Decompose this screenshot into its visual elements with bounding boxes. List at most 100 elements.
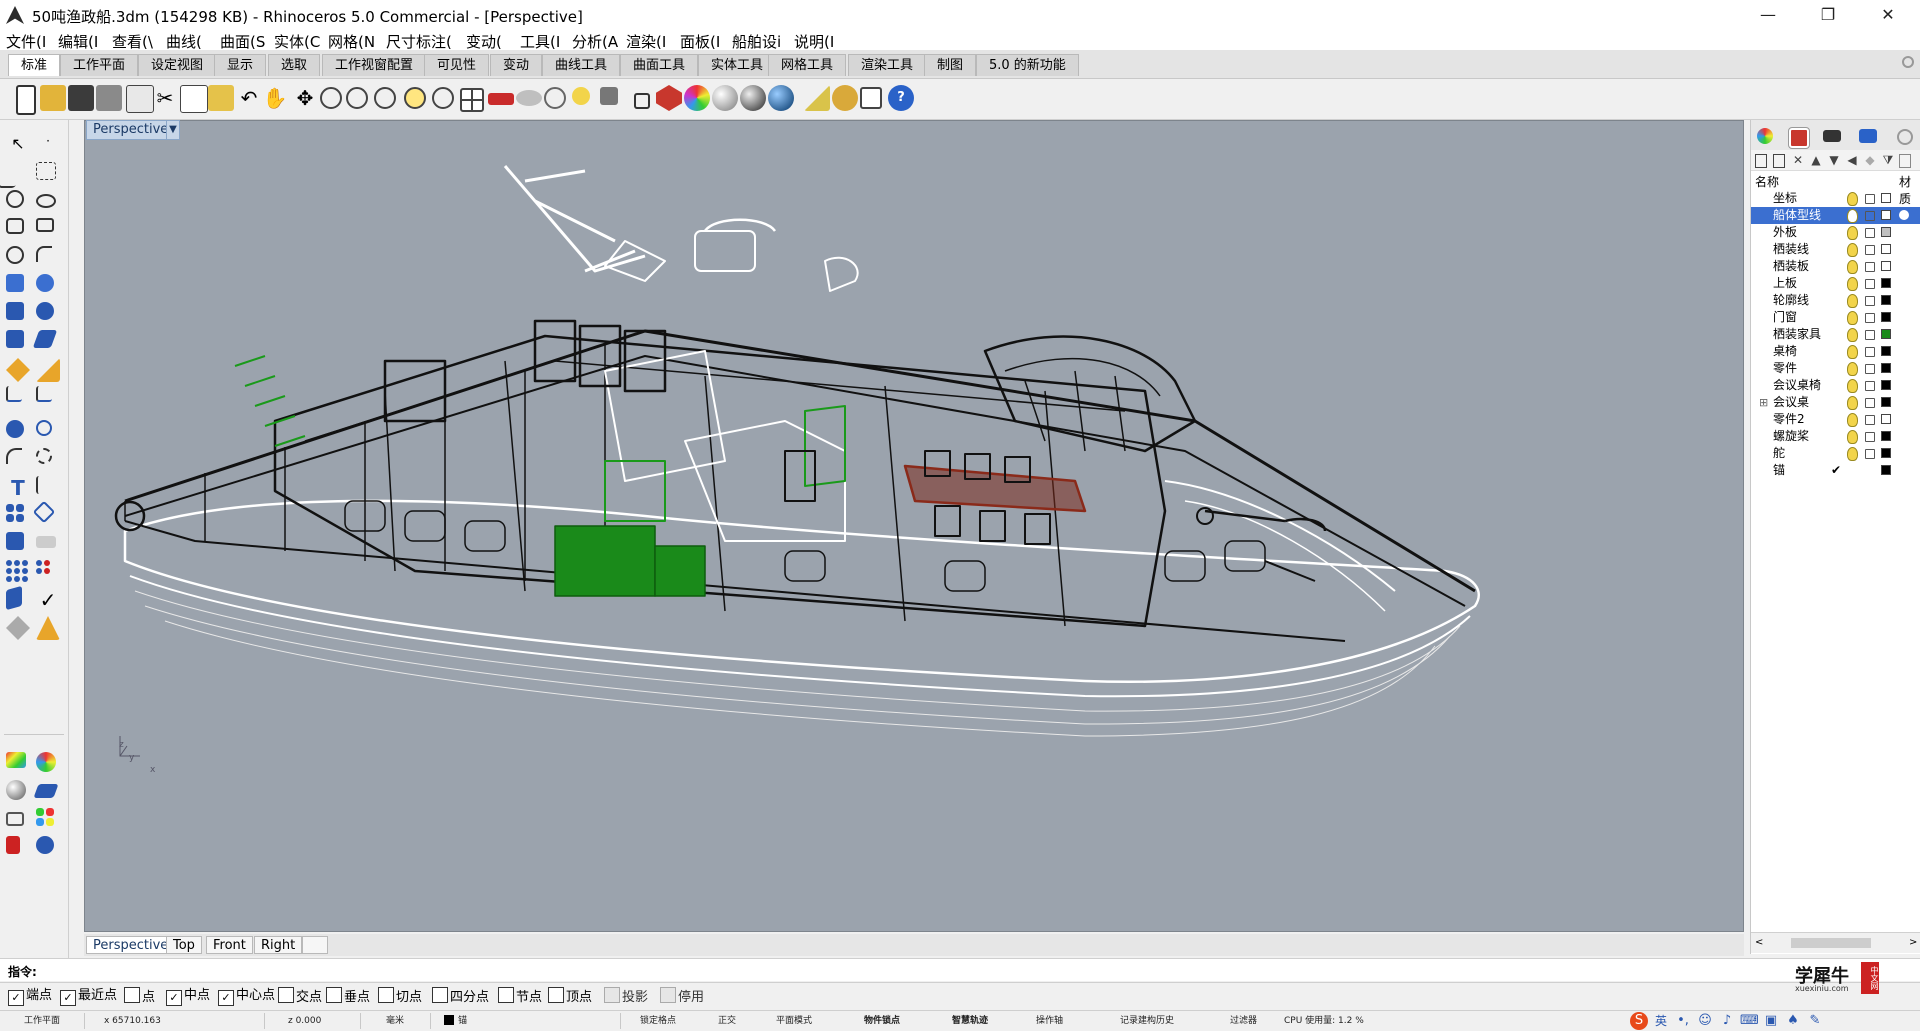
layer-color-swatch[interactable] <box>1881 261 1891 271</box>
draft-angle-icon[interactable] <box>33 784 59 798</box>
osnap-checkbox[interactable] <box>378 987 394 1003</box>
osnap-checkbox[interactable] <box>660 987 676 1003</box>
options-icon[interactable] <box>804 85 830 111</box>
save-icon[interactable] <box>68 85 94 111</box>
scroll-left-icon[interactable]: < <box>1755 937 1763 948</box>
layer-name[interactable]: 轮廓线 <box>1773 292 1809 309</box>
punctuation-icon[interactable]: •, <box>1674 1012 1692 1030</box>
copy-icon[interactable] <box>180 85 208 113</box>
zebra-analysis-icon[interactable] <box>6 752 26 768</box>
check-icon[interactable]: ✓ <box>36 588 60 612</box>
camera-icon[interactable] <box>544 87 566 109</box>
layer-name[interactable]: 桌椅 <box>1773 343 1797 360</box>
point-icon[interactable]: · <box>36 134 60 158</box>
layer-visibility-bulb-icon[interactable] <box>1847 430 1858 444</box>
delete-layer-icon[interactable]: ✕ <box>1791 153 1805 167</box>
viewport-menu-arrow-icon[interactable]: ▼ <box>166 120 180 140</box>
expand-layer-icon[interactable]: ⊞ <box>1759 394 1768 411</box>
status-ortho-toggle[interactable]: 正交 <box>718 1014 736 1028</box>
control-points-icon[interactable] <box>6 560 12 566</box>
import-icon[interactable] <box>126 85 154 113</box>
layer-lock-icon[interactable] <box>1865 432 1875 442</box>
tab-viewport-layout[interactable]: 工作视窗配置 <box>322 54 427 76</box>
cut-icon[interactable]: ✂ <box>152 85 178 111</box>
ime-language-indicator[interactable]: 英 <box>1652 1012 1670 1030</box>
select-arrow-icon[interactable]: ↖ <box>6 134 30 158</box>
osnap-option[interactable]: 四分点 <box>432 987 489 1005</box>
tab-cplanes[interactable]: 工作平面 <box>60 54 139 76</box>
gear-icon[interactable] <box>832 85 858 111</box>
layer-visibility-bulb-icon[interactable] <box>1847 379 1858 393</box>
viewport-tab-top[interactable]: Top <box>166 936 202 954</box>
rectangle-icon[interactable] <box>36 218 54 232</box>
layer-name[interactable]: 会议桌椅 <box>1773 377 1821 394</box>
osnap-checkbox[interactable] <box>498 987 514 1003</box>
render-color-icon[interactable] <box>684 85 710 111</box>
layer-color-swatch[interactable] <box>1881 278 1891 288</box>
array-polar-icon[interactable] <box>36 448 52 464</box>
shade-icon[interactable] <box>656 85 682 111</box>
tab-display[interactable]: 显示 <box>214 54 267 76</box>
deviation-icon[interactable] <box>36 836 54 854</box>
layer-lock-icon[interactable] <box>1865 296 1875 306</box>
menu-edit[interactable]: 编辑(I <box>58 31 98 52</box>
layer-color-swatch[interactable] <box>1881 414 1891 424</box>
layer-row[interactable]: 零件2 <box>1751 411 1920 428</box>
layer-lock-icon[interactable] <box>1865 262 1875 272</box>
status-planar-toggle[interactable]: 平面模式 <box>776 1014 812 1028</box>
layer-color-swatch[interactable] <box>1881 227 1891 237</box>
menu-curve[interactable]: 曲线( <box>166 31 202 52</box>
layer-list-horizontal-scrollbar[interactable]: < > <box>1751 932 1920 953</box>
layer-color-swatch[interactable] <box>1881 465 1891 475</box>
osnap-checkbox[interactable] <box>548 987 564 1003</box>
layer-color-swatch[interactable] <box>1881 193 1891 203</box>
layer-visibility-bulb-icon[interactable] <box>1847 362 1858 376</box>
layer-color-swatch[interactable] <box>1881 448 1891 458</box>
tab-select[interactable]: 选取 <box>268 54 321 76</box>
layer-lock-icon[interactable] <box>1865 245 1875 255</box>
osnap-option[interactable]: 节点 <box>498 987 542 1005</box>
zoom-icon[interactable] <box>320 87 342 109</box>
status-units[interactable]: 毫米 <box>386 1014 404 1028</box>
menu-panels[interactable]: 面板(I <box>680 31 720 52</box>
layer-lock-icon[interactable] <box>1865 364 1875 374</box>
menu-analyze[interactable]: 分析(A <box>572 31 618 52</box>
curve-icon[interactable] <box>36 162 56 180</box>
surface-revolve-icon[interactable] <box>36 274 54 292</box>
environment-map-icon[interactable] <box>6 780 26 800</box>
layer-row[interactable]: 门窗 <box>1751 309 1920 326</box>
tab-mesh-tools[interactable]: 网格工具 <box>768 54 847 76</box>
layer-visibility-bulb-icon[interactable] <box>1847 243 1858 257</box>
layer-visibility-bulb-icon[interactable] <box>1847 209 1858 223</box>
circle-tangent-icon[interactable] <box>6 246 24 264</box>
layer-lock-icon[interactable] <box>1865 398 1875 408</box>
print-icon[interactable] <box>96 85 122 111</box>
status-cplane[interactable]: 工作平面 <box>24 1014 60 1028</box>
boolean-split-icon[interactable] <box>36 358 60 382</box>
osnap-checkbox[interactable] <box>326 987 342 1003</box>
layer-color-swatch[interactable] <box>1881 397 1891 407</box>
osnap-option[interactable]: ✓ 端点 <box>8 987 52 1006</box>
tab-standard[interactable]: 标准 <box>8 54 61 76</box>
osnap-checkbox[interactable]: ✓ <box>60 990 76 1006</box>
viewport-tab-front[interactable]: Front <box>206 936 253 954</box>
layer-name[interactable]: 上板 <box>1773 275 1797 292</box>
layer-lock-icon[interactable] <box>1865 415 1875 425</box>
layer-color-swatch[interactable] <box>1881 312 1891 322</box>
layer-row[interactable]: 栖装家具 <box>1751 326 1920 343</box>
circle-icon[interactable] <box>6 190 24 208</box>
layer-row[interactable]: 船体型线 <box>1751 207 1920 224</box>
layer-visibility-bulb-icon[interactable] <box>1847 192 1858 206</box>
layer-color-swatch[interactable] <box>1881 295 1891 305</box>
fillet-curve-icon[interactable] <box>36 246 52 262</box>
extrude-icon[interactable] <box>6 330 24 348</box>
layer-name[interactable]: 栖装线 <box>1773 241 1809 258</box>
osnap-option[interactable]: 垂点 <box>326 987 370 1005</box>
layer-row[interactable]: 舵 <box>1751 445 1920 462</box>
polyline-icon[interactable] <box>0 162 30 188</box>
viewport-title-label[interactable]: Perspective <box>86 120 176 140</box>
move-icon[interactable]: ✥ <box>292 85 318 111</box>
tab-render-tools[interactable]: 渲染工具 <box>848 54 927 76</box>
ellipse-icon[interactable] <box>36 194 56 208</box>
layer-color-swatch[interactable] <box>1881 346 1891 356</box>
